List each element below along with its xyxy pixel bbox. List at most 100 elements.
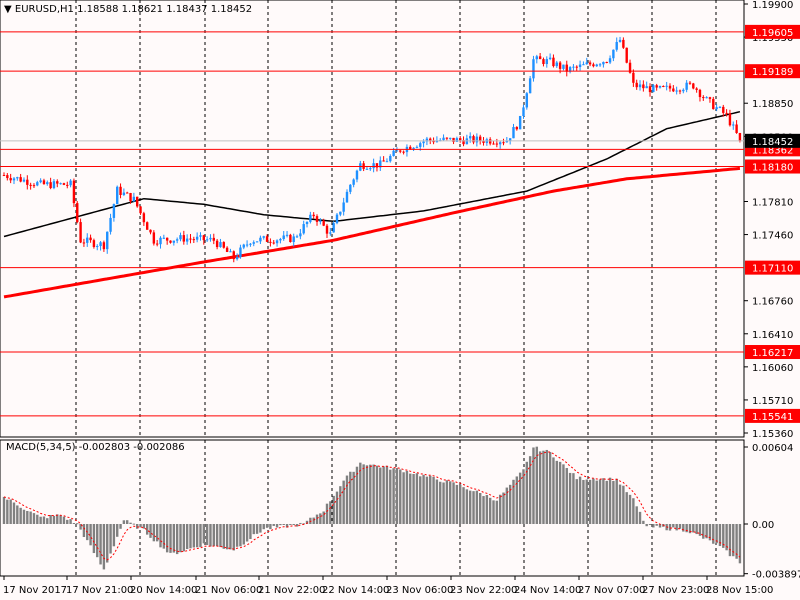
macd-histogram-bar — [472, 491, 475, 524]
x-axis-label: 23 Nov 22:00 — [450, 585, 517, 596]
candle-body — [299, 233, 302, 237]
candle-body — [79, 222, 82, 243]
macd-histogram-bar — [365, 465, 369, 524]
collapse-arrow-icon[interactable]: ▼ — [4, 4, 12, 15]
candle-body — [215, 240, 219, 248]
macd-histogram-bar — [728, 524, 732, 557]
candle-body — [662, 85, 665, 87]
macd-histogram-bar — [212, 524, 215, 546]
candle-body — [645, 86, 648, 89]
macd-histogram-bar — [16, 505, 19, 524]
macd-histogram-bar — [209, 524, 212, 547]
chart-window[interactable]: 17 Nov 2017 17 Nov 21:00 20 Nov 14:00 21 No… — [0, 0, 800, 600]
candle-body — [355, 170, 359, 180]
candle-body — [329, 232, 332, 234]
macd-histogram-bar — [252, 524, 255, 535]
candle-body — [49, 182, 52, 189]
macd-histogram-bar — [199, 524, 202, 548]
candle-body — [109, 217, 112, 232]
candle-body — [92, 240, 96, 247]
symbol-label: EURUSD,H1 — [14, 4, 74, 15]
candle-body — [249, 243, 252, 245]
low-value: 1.18437 — [166, 4, 208, 15]
macd-histogram-bar — [272, 524, 275, 526]
candle-body — [262, 236, 265, 238]
macd-histogram-bar — [648, 524, 652, 525]
candle-body — [415, 146, 419, 148]
candle-body — [365, 168, 369, 170]
candle-body — [139, 206, 142, 214]
candle-body — [36, 182, 39, 186]
x-axis-label: 20 Nov 14:00 — [130, 585, 197, 596]
candle-body — [692, 83, 695, 89]
candle-body — [715, 107, 718, 110]
candle-body — [19, 177, 22, 182]
macd-histogram-bar — [119, 524, 122, 529]
macd-histogram-bar — [165, 524, 169, 553]
x-axis-label: 24 Nov 14:00 — [514, 585, 581, 596]
macd-main-value: -0.002803 — [78, 442, 131, 453]
macd-histogram-bar — [76, 523, 79, 525]
candle-body — [309, 214, 312, 222]
candle-body — [189, 238, 192, 240]
macd-histogram-bar — [429, 475, 432, 524]
candle-body — [99, 242, 102, 247]
candle-body — [209, 237, 212, 240]
x-axis-label: 17 Nov 21:00 — [66, 585, 133, 596]
candle-body — [688, 82, 692, 84]
x-axis-label: 27 Nov 23:00 — [642, 585, 709, 596]
candle-body — [565, 64, 568, 72]
macd-histogram-bar — [112, 524, 116, 547]
level-price-label: 1.16217 — [752, 348, 793, 359]
macd-histogram-bar — [345, 475, 349, 524]
macd-histogram-bar — [382, 466, 385, 524]
macd-histogram-bar — [439, 481, 442, 524]
macd-header: MACD(5,34,5) -0.002803 -0.002086 — [6, 442, 185, 453]
candle-body — [389, 155, 392, 162]
macd-histogram-bar — [618, 484, 622, 524]
macd-histogram-bar — [459, 484, 462, 524]
macd-histogram-bar — [478, 492, 482, 524]
candle-body — [382, 160, 385, 162]
candle-body — [535, 56, 538, 60]
level-price-label: 1.19605 — [752, 28, 793, 39]
candle-body — [385, 161, 389, 163]
macd-histogram-bar — [412, 474, 415, 524]
candle-body — [165, 237, 169, 241]
candle-body — [369, 168, 372, 170]
macd-histogram-bar — [605, 480, 608, 524]
macd-histogram-bar — [269, 524, 272, 530]
macd-histogram-bar — [279, 524, 282, 526]
candle-body — [545, 59, 548, 65]
candle-body — [518, 115, 522, 130]
candle-body — [728, 113, 732, 126]
candle-body — [29, 184, 32, 186]
candle-body — [205, 239, 209, 241]
macd-histogram-bar — [465, 489, 469, 524]
x-axis-label: 28 Nov 15:00 — [706, 585, 773, 596]
candle-body — [548, 57, 552, 60]
candle-body — [575, 66, 578, 68]
macd-histogram-bar — [572, 473, 575, 524]
macd-histogram-bar — [102, 524, 106, 570]
candle-body — [52, 181, 56, 189]
macd-histogram-bar — [422, 474, 425, 524]
candle-body — [126, 192, 129, 194]
macd-histogram-bar — [56, 514, 59, 524]
macd-histogram-bar — [26, 510, 29, 524]
macd-histogram-bar — [312, 517, 315, 524]
macd-signal-value: -0.002086 — [133, 442, 185, 453]
macd-histogram-bar — [82, 524, 86, 538]
chart-canvas[interactable]: 17 Nov 201717 Nov 21:0020 Nov 14:0021 No… — [0, 0, 800, 600]
candle-body — [542, 59, 545, 65]
x-axis-label: 27 Nov 07:00 — [578, 585, 645, 596]
candle-body — [429, 138, 432, 141]
candle-body — [202, 235, 205, 241]
candle-body — [162, 237, 166, 239]
candle-body — [658, 85, 662, 88]
macd-histogram-bar — [652, 524, 655, 528]
candle-body — [702, 97, 705, 99]
macd-histogram-bar — [42, 516, 46, 524]
candle-body — [112, 204, 116, 218]
macd-histogram-bar — [319, 513, 322, 524]
